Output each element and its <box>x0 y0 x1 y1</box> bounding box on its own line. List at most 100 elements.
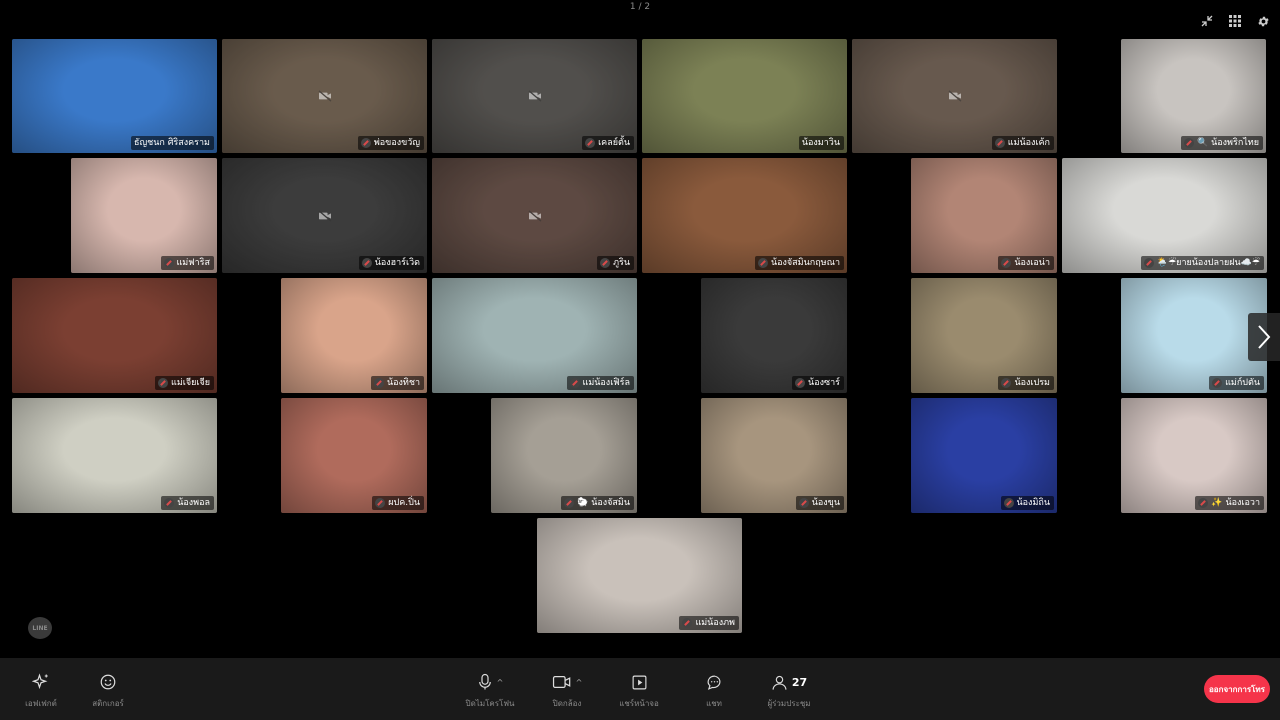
mic-muted-icon <box>569 378 580 388</box>
participant-name-label: แม่น้องเฟิร์ล <box>566 376 634 390</box>
microphone-icon <box>478 673 491 690</box>
participant-tile[interactable]: 🔍 น้องพริกไทย <box>1121 39 1266 153</box>
participant-tile[interactable]: น้องซาร์ <box>701 278 847 393</box>
participant-count: 27 <box>791 675 808 689</box>
participant-tile[interactable]: ผปค.ปิ่น <box>281 398 427 513</box>
participant-name-label: ผปค.ปิ่น <box>372 496 424 510</box>
camera-off-icon <box>318 90 331 102</box>
minimize-icon[interactable] <box>1198 12 1216 30</box>
participant-name-label: ✨ น้องเอวา <box>1195 496 1264 510</box>
participant-tile[interactable]: เคลย์ตั้น <box>432 39 637 153</box>
participant-name: 🔍 น้องพริกไทย <box>1197 138 1259 148</box>
participant-tile[interactable]: แม่ก์ปตัน <box>1121 278 1267 393</box>
camera-off-icon <box>528 90 541 102</box>
participant-name: 🌦️☔ยายน้องปลายฝน☁️☔ <box>1156 258 1260 268</box>
participant-name-label: แม่เจียเจีย <box>155 376 214 390</box>
participant-name: แม่น้องเค้ก <box>1007 138 1050 148</box>
participant-name: น้องมิถิน <box>1016 498 1051 508</box>
participant-tile[interactable]: ภูริน <box>432 158 637 273</box>
participant-tile[interactable]: แม่ฟาริส <box>71 158 217 273</box>
mic-muted-icon <box>757 258 768 268</box>
next-page-button[interactable] <box>1248 313 1280 361</box>
mic-muted-icon <box>682 618 693 628</box>
participant-tile[interactable]: น้องมิถิน <box>911 398 1057 513</box>
participant-name-label: น้องจัสมินกฤษณา <box>754 256 844 270</box>
sparkle-icon <box>32 673 48 690</box>
participant-name-label: 🐑 น้องจัสมิน <box>561 496 634 510</box>
participant-name-label: แม่ก์ปตัน <box>1209 376 1264 390</box>
smiley-icon <box>100 674 116 690</box>
participant-name-label: น้องซาร์ <box>792 376 844 390</box>
mic-muted-icon <box>1212 378 1223 388</box>
participant-name-label: พ่อของขวัญ <box>357 136 424 150</box>
participant-name-label: น้องฮาร์เวิด <box>358 256 424 270</box>
participant-name-label: น้องมิถิน <box>1000 496 1054 510</box>
participant-tile[interactable]: พ่อของขวัญ <box>222 39 427 153</box>
participant-name-label: น้องทิชา <box>370 376 424 390</box>
participant-tile[interactable]: น้องเอน่า <box>911 158 1057 273</box>
participant-tile[interactable]: น้องจัสมินกฤษณา <box>642 158 847 273</box>
participant-name: น้องมาวิน <box>801 138 840 148</box>
share-screen-button[interactable]: แชร์หน้าจอ <box>604 670 674 710</box>
mic-muted-icon <box>585 138 596 148</box>
mic-muted-icon <box>1143 258 1154 268</box>
participant-name: น้องเอน่า <box>1014 258 1050 268</box>
camera-off-icon <box>318 209 331 222</box>
participant-tile[interactable]: น้องฮาร์เวิด <box>222 158 427 273</box>
participant-tile[interactable]: น้องพอล <box>12 398 217 513</box>
participant-name: แม่น้องภพ <box>695 618 735 628</box>
mic-muted-icon <box>1198 498 1209 508</box>
participant-tile[interactable]: ธัญชนก ศิริสงคราม <box>12 39 217 153</box>
participant-tile[interactable]: 🐑 น้องจัสมิน <box>491 398 637 513</box>
participant-name: น้องทิชา <box>386 378 420 388</box>
page-indicator: 1 / 2 <box>629 2 651 12</box>
participant-name-label: ภูริน <box>597 256 634 270</box>
settings-gear-icon[interactable] <box>1254 12 1272 30</box>
participant-name: 🐑 น้องจัสมิน <box>577 498 630 508</box>
participant-tile[interactable]: น้องมาวิน <box>642 39 847 153</box>
participant-tile[interactable]: น้องขุน <box>701 398 847 513</box>
participant-name-label: 🔍 น้องพริกไทย <box>1181 136 1263 150</box>
screen-share-icon <box>632 675 646 689</box>
participant-tile[interactable]: ✨ น้องเอวา <box>1121 398 1267 513</box>
microphone-button[interactable]: ^ ปิดไมโครโฟน <box>455 670 525 710</box>
camera-button[interactable]: ^ ปิดกล้อง <box>532 670 602 710</box>
participant-name-label: เคลย์ตั้น <box>582 136 634 150</box>
participant-name-label: น้องมาวิน <box>798 136 844 150</box>
mic-muted-icon <box>1001 258 1012 268</box>
participant-tile[interactable]: น้องทิชา <box>281 278 427 393</box>
grid-view-icon[interactable] <box>1226 12 1244 30</box>
chevron-right-icon <box>1258 325 1271 349</box>
participants-button[interactable]: 27 ผู้ร่วมประชุม <box>754 670 824 710</box>
participant-name-label: แม่ฟาริส <box>160 256 214 270</box>
mic-muted-icon <box>795 378 806 388</box>
mic-options-chevron-icon: ^ <box>496 677 504 687</box>
mic-muted-icon <box>360 138 371 148</box>
mic-muted-icon <box>1001 378 1012 388</box>
participant-tile[interactable]: 🌦️☔ยายน้องปลายฝน☁️☔ <box>1062 158 1267 273</box>
participant-name-label: 🌦️☔ยายน้องปลายฝน☁️☔ <box>1140 256 1264 270</box>
participant-tile[interactable]: แม่น้องเค้ก <box>852 39 1057 153</box>
chat-button[interactable]: แชท <box>679 670 749 710</box>
mic-muted-icon <box>1184 138 1195 148</box>
participant-tile[interactable]: แม่น้องภพ <box>537 518 742 633</box>
participant-name-label: ธัญชนก ศิริสงคราม <box>130 136 214 150</box>
participant-tile[interactable]: น้องเปรม <box>911 278 1057 393</box>
effects-button[interactable]: เอฟเฟกต์ <box>6 670 76 710</box>
mic-muted-icon <box>361 258 372 268</box>
participant-name-label: น้องขุน <box>795 496 844 510</box>
participant-name: ภูริน <box>613 258 630 268</box>
line-logo: LINE <box>28 617 52 639</box>
call-toolbar: เอฟเฟกต์ สติกเกอร์ ^ ปิดไมโครโฟน ^ ปิดกล… <box>0 658 1280 720</box>
leave-call-button[interactable]: ออกจากการโทร <box>1204 675 1270 703</box>
participant-name-label: น้องพอล <box>161 496 214 510</box>
participant-name: ผปค.ปิ่น <box>388 498 420 508</box>
participant-name-label: น้องเปรม <box>998 376 1054 390</box>
participant-tile[interactable]: แม่เจียเจีย <box>12 278 217 393</box>
participant-name: ธัญชนก ศิริสงคราม <box>133 138 210 148</box>
stickers-button[interactable]: สติกเกอร์ <box>73 670 143 710</box>
mic-muted-icon <box>163 258 174 268</box>
participant-name-label: แม่น้องเค้ก <box>991 136 1054 150</box>
participant-name: น้องพอล <box>177 498 210 508</box>
participant-tile[interactable]: แม่น้องเฟิร์ล <box>432 278 637 393</box>
